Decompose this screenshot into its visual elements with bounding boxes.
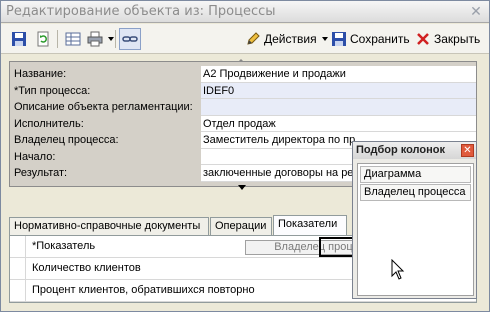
tab-label: Нормативно-справочные документы [14,220,201,232]
table-icon [65,31,81,47]
column-picker-title: Подбор колонок [353,142,476,159]
toolbar: Действия Сохранить Закрыть [1,24,489,54]
table-view-button[interactable] [65,29,81,49]
pencil-icon [245,31,261,47]
property-row[interactable]: Исполнитель: Отдел продаж [10,115,476,132]
row-gutter [10,258,26,279]
column-picker-title-text: Подбор колонок [356,144,445,156]
table-cell: Процент клиентов, обратившихся повторно [32,284,255,296]
tab-reference-documents[interactable]: Нормативно-справочные документы [9,217,209,235]
property-name: Владелец процесса: [10,132,200,149]
chevron-down-icon [321,37,328,41]
save-button[interactable]: Сохранить [331,29,410,49]
tab-label: Операции [215,220,267,232]
property-name: Название: [10,66,200,83]
property-name: Исполнитель: [10,115,200,132]
property-value[interactable]: A2 Продвижение и продажи [201,66,476,83]
property-value[interactable] [201,99,476,116]
edit-object-window: Редактирование объекта из: Процессы ✕ Де… [0,0,490,312]
floppy-icon [11,31,27,47]
column-picker-item[interactable]: Диаграмма [360,166,471,183]
window-close-icon[interactable]: ✕ [468,4,484,20]
chain-link-icon [122,31,138,47]
splitter-down-arrow-icon[interactable] [238,185,246,190]
property-row[interactable]: Описание объекта регламентации: [10,99,476,116]
actions-label: Действия [264,32,317,46]
close-label: Закрыть [434,32,481,46]
column-picker-list: Диаграмма Владелец процесса [357,163,474,296]
tab-indicators[interactable]: Показатели [273,215,347,236]
save-icon-button[interactable] [11,29,27,49]
refresh-document-icon [35,31,51,47]
save-label: Сохранить [350,32,410,46]
actions-menu-button[interactable]: Действия [245,29,328,49]
close-button[interactable]: Закрыть [415,29,480,49]
property-name: Начало: [10,148,200,165]
floppy-icon [331,31,347,47]
print-button[interactable] [87,29,114,49]
property-value[interactable]: Отдел продаж [201,115,476,132]
refresh-button[interactable] [35,29,51,49]
tab-strip: Нормативно-справочные документы Операции… [9,215,349,236]
picker-close-icon[interactable]: ✕ [461,144,474,157]
printer-icon [87,31,103,47]
window-titlebar: Редактирование объекта из: Процессы ✕ [1,1,489,23]
property-row[interactable]: *Тип процесса: IDEF0 [10,82,476,99]
tab-label: Показатели [278,218,338,230]
property-row[interactable]: Название: A2 Продвижение и продажи [10,66,476,83]
row-gutter [10,236,26,257]
table-cell: Количество клиентов [32,262,141,274]
grid-column-header[interactable]: *Показатель [28,236,95,256]
property-name: *Тип процесса: [10,82,200,99]
chevron-down-icon [108,37,114,41]
column-picker-item[interactable]: Владелец процесса [360,184,471,201]
window-title: Редактирование объекта из: Процессы [6,4,276,19]
column-picker-panel: Подбор колонок ✕ Диаграмма Владелец проц… [352,141,477,299]
red-x-icon [415,31,431,47]
property-name: Описание объекта регламентации: [10,99,200,116]
link-toggle-button[interactable] [119,28,141,50]
row-gutter [10,280,26,301]
property-name: Результат: [10,165,200,182]
mouse-pointer-icon [391,258,405,281]
property-value[interactable]: IDEF0 [201,82,476,99]
tab-operations[interactable]: Операции [210,217,272,235]
